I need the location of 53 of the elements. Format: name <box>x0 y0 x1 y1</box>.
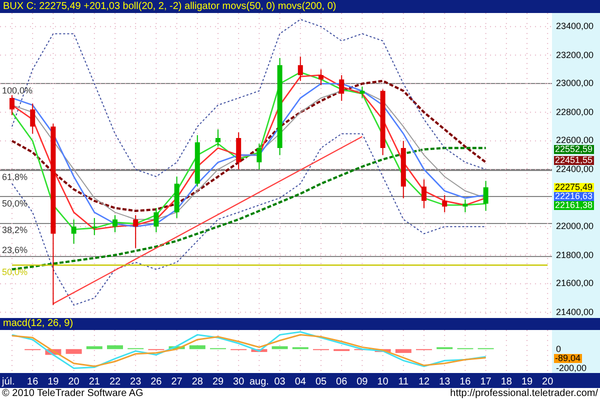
date-label: 23 <box>130 376 142 388</box>
price-tag: -89,04 <box>554 354 582 363</box>
axis-label: 23400,00 <box>556 22 594 32</box>
date-label: 03 <box>274 376 286 388</box>
chart-title: BUX C: 22275,49 +201,03 boll(20, 2, -2) alligator movs(50, 0) movs(200, 0) <box>2 0 336 13</box>
date-label: 29 <box>212 376 224 388</box>
date-label: 22 <box>109 376 121 388</box>
date-label: 19 <box>48 376 59 388</box>
date-label: 09 <box>356 376 368 388</box>
axis-label: 23000,00 <box>556 79 594 88</box>
price-tag: 22275,49 <box>554 182 594 192</box>
date-label: 21 <box>88 376 100 388</box>
price-tag: 22451,55 <box>554 156 594 165</box>
date-label: 27 <box>171 376 182 388</box>
date-label: aug. <box>249 376 269 388</box>
date-label: 16 <box>460 376 471 388</box>
date-label: 06 <box>336 376 348 388</box>
date-label: 11 <box>398 376 409 388</box>
date-label: 20 <box>68 376 80 388</box>
axis-label: 22000,00 <box>556 222 594 232</box>
fibonacci-label: 23,6% <box>2 245 28 256</box>
copyright-text: © 2010 TeleTrader Software AG <box>2 388 144 400</box>
indicator-title: macd(12, 26, 9) <box>2 318 74 330</box>
axis-label: 0 <box>556 344 562 354</box>
website-url: http://professional.teletrader.com/ <box>450 388 598 400</box>
date-label: 17 <box>480 376 492 388</box>
axis-label: -200,00 <box>556 364 587 373</box>
date-label: 26 <box>150 376 162 388</box>
fibonacci-label: 50,0% <box>2 198 28 209</box>
axis-label: 22600,00 <box>556 136 594 146</box>
date-label: 12 <box>418 376 430 388</box>
date-label: júl. <box>2 376 15 388</box>
price-tag: 22552,59 <box>554 145 594 154</box>
fibonacci-label: 50,0% <box>2 267 28 278</box>
axis-label: 22400,00 <box>556 164 594 174</box>
date-label: 18 <box>500 376 512 388</box>
axis-label: 21600,00 <box>556 279 594 288</box>
date-label: 13 <box>439 376 450 388</box>
fibonacci-label: 61,8% <box>2 172 28 182</box>
date-label: 19 <box>521 376 533 388</box>
date-label: 10 <box>377 376 388 388</box>
axis-label: 21800,00 <box>556 250 594 260</box>
axis-label: 21400,00 <box>556 308 594 317</box>
axis-label: 23200,00 <box>556 50 594 60</box>
date-label: 20 <box>542 376 554 388</box>
date-label: 30 <box>233 376 244 388</box>
date-label: 28 <box>192 376 203 388</box>
date-label: 04 <box>294 376 306 388</box>
date-label: 16 <box>27 376 38 388</box>
date-label: 05 <box>315 376 327 388</box>
axis-label: 22800,00 <box>556 108 594 117</box>
fibonacci-label: 100,0% <box>2 86 33 96</box>
fibonacci-label: 38,2% <box>2 225 28 236</box>
